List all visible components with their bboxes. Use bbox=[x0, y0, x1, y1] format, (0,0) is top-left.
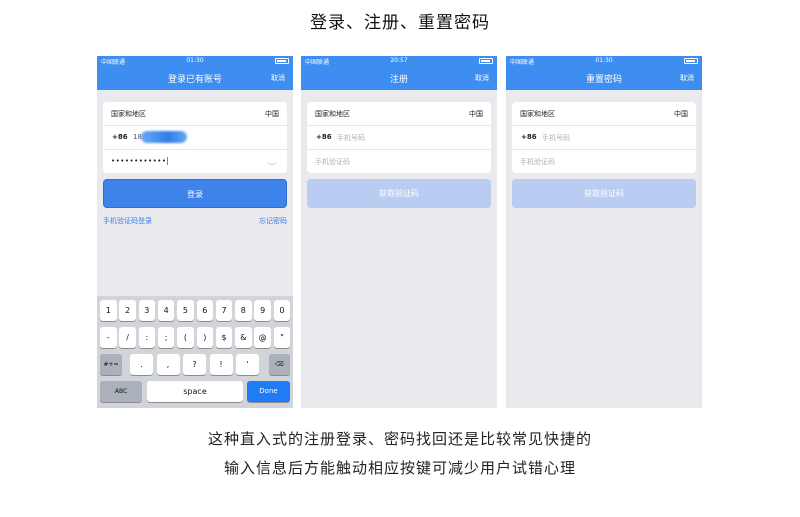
sms-code-placeholder: 手机验证码 bbox=[315, 158, 350, 166]
key-punctuation[interactable]: ' bbox=[236, 354, 259, 375]
nav-title: 登录已有账号 bbox=[167, 75, 222, 85]
key-punctuation[interactable]: ! bbox=[209, 354, 233, 375]
caption-line-2: 输入信息后方能触动相应按键可减少用户试错心理 bbox=[223, 459, 576, 477]
status-bar: 中国联通 20:57 bbox=[301, 56, 497, 67]
cancel-button[interactable]: 取消 bbox=[680, 73, 694, 83]
key-1[interactable]: 1 bbox=[100, 300, 117, 321]
key-symbol[interactable]: ( bbox=[177, 327, 194, 348]
phone-field[interactable]: +86 手机号码 bbox=[307, 126, 491, 150]
region-label: 国家和地区 bbox=[111, 110, 146, 118]
key-punctuation[interactable]: , bbox=[156, 354, 180, 375]
sms-code-placeholder: 手机验证码 bbox=[520, 158, 555, 166]
password-value: •••••••••••• bbox=[111, 157, 168, 165]
key-symbol[interactable]: - bbox=[100, 327, 117, 348]
region-selector[interactable]: 国家和地区 中国 bbox=[307, 102, 491, 126]
nav-title: 注册 bbox=[389, 75, 408, 85]
password-field[interactable]: •••••••••••• bbox=[103, 150, 287, 173]
key-punctuation[interactable]: ? bbox=[183, 354, 206, 375]
key-6[interactable]: 6 bbox=[196, 300, 213, 321]
region-value: 中国 bbox=[469, 110, 483, 118]
phone-placeholder: 手机号码 bbox=[542, 134, 570, 142]
abc-key[interactable]: ABC bbox=[100, 381, 142, 402]
phone-placeholder: 手机号码 bbox=[337, 134, 365, 142]
key-4[interactable]: 4 bbox=[157, 300, 175, 321]
key-punctuation[interactable]: . bbox=[130, 354, 153, 375]
nav-bar: 重置密码 取消 bbox=[506, 67, 702, 90]
key-symbol[interactable]: ; bbox=[157, 327, 175, 348]
nav-bar: 登录已有账号 取消 bbox=[97, 67, 293, 90]
done-key[interactable]: Done bbox=[247, 381, 290, 402]
sms-code-field[interactable]: 手机验证码 bbox=[307, 150, 491, 173]
clock: 01:30 bbox=[595, 57, 613, 64]
phone-field[interactable]: +86 手机号码 bbox=[512, 126, 696, 150]
forgot-password-link[interactable]: 忘记密码 bbox=[259, 216, 287, 226]
key-symbol[interactable]: / bbox=[119, 327, 136, 348]
battery-icon bbox=[479, 58, 493, 64]
key-2[interactable]: 2 bbox=[119, 300, 136, 321]
key-symbol[interactable]: : bbox=[138, 327, 156, 348]
backspace-icon[interactable]: ⌫ bbox=[269, 354, 290, 375]
key-symbol[interactable]: " bbox=[273, 327, 291, 348]
sms-login-link[interactable]: 手机验证码登录 bbox=[103, 216, 152, 226]
region-label: 国家和地区 bbox=[315, 110, 350, 118]
region-value: 中国 bbox=[674, 110, 688, 118]
key-symbol[interactable]: ) bbox=[196, 327, 213, 348]
region-value: 中国 bbox=[265, 110, 279, 118]
login-button[interactable]: 登录 bbox=[103, 179, 287, 208]
text-caret bbox=[166, 157, 168, 165]
page-title: 登录、注册、重置密码 bbox=[310, 13, 490, 33]
clock: 01:30 bbox=[186, 57, 204, 64]
register-screen: 中国联通 20:57 注册 取消 国家和地区 中国 +86 手机号码 手机验证码… bbox=[301, 56, 497, 408]
key-symbol[interactable]: $ bbox=[215, 327, 233, 348]
symbols-toggle-key[interactable]: #+= bbox=[100, 354, 122, 375]
eye-closed-icon[interactable] bbox=[267, 159, 277, 165]
battery-icon bbox=[275, 58, 289, 64]
key-symbol[interactable]: & bbox=[235, 327, 252, 348]
country-code: +86 bbox=[521, 133, 537, 141]
status-bar: 中国联通 01:30 bbox=[506, 56, 702, 67]
redaction-blur bbox=[141, 131, 187, 143]
reset-form: 国家和地区 中国 +86 手机号码 手机验证码 bbox=[512, 102, 696, 173]
key-9[interactable]: 9 bbox=[254, 300, 271, 321]
status-bar: 中国联通 01:30 bbox=[97, 56, 293, 67]
register-form: 国家和地区 中国 +86 手机号码 手机验证码 bbox=[307, 102, 491, 173]
key-3[interactable]: 3 bbox=[138, 300, 156, 321]
phone-field[interactable]: +86 18 bbox=[103, 126, 287, 150]
battery-icon bbox=[684, 58, 698, 64]
sms-code-field[interactable]: 手机验证码 bbox=[512, 150, 696, 173]
key-7[interactable]: 7 bbox=[215, 300, 233, 321]
login-screen: 中国联通 01:30 登录已有账号 取消 国家和地区 中国 +86 18 •••… bbox=[97, 56, 293, 408]
region-label: 国家和地区 bbox=[520, 110, 555, 118]
numeric-keyboard: 1 2 3 4 5 6 7 8 9 0 - /:;() $ & @ " #+=.,?! ' ⌫ ABC space Don… bbox=[97, 296, 293, 408]
key-10[interactable]: 0 bbox=[273, 300, 291, 321]
cancel-button[interactable]: 取消 bbox=[271, 73, 285, 83]
get-code-button[interactable]: 获取验证码 bbox=[512, 179, 696, 208]
get-code-button[interactable]: 获取验证码 bbox=[307, 179, 491, 208]
region-selector[interactable]: 国家和地区 中国 bbox=[512, 102, 696, 126]
clock: 20:57 bbox=[390, 57, 408, 64]
cancel-button[interactable]: 取消 bbox=[475, 73, 489, 83]
nav-bar: 注册 取消 bbox=[301, 67, 497, 90]
key-8[interactable]: 8 bbox=[235, 300, 252, 321]
country-code: +86 bbox=[316, 133, 332, 141]
region-selector[interactable]: 国家和地区 中国 bbox=[103, 102, 287, 126]
nav-title: 重置密码 bbox=[585, 75, 622, 85]
key-5[interactable]: 5 bbox=[177, 300, 194, 321]
login-form: 国家和地区 中国 +86 18 •••••••••••• bbox=[103, 102, 287, 173]
country-code: +86 bbox=[112, 133, 128, 141]
caption-line-1: 这种直入式的注册登录、密码找回还是比较常见快捷的 bbox=[207, 430, 592, 448]
reset-password-screen: 中国联通 01:30 重置密码 取消 国家和地区 中国 +86 手机号码 手机验… bbox=[506, 56, 702, 408]
key-symbol[interactable]: @ bbox=[254, 327, 271, 348]
space-key[interactable]: space bbox=[147, 381, 243, 402]
